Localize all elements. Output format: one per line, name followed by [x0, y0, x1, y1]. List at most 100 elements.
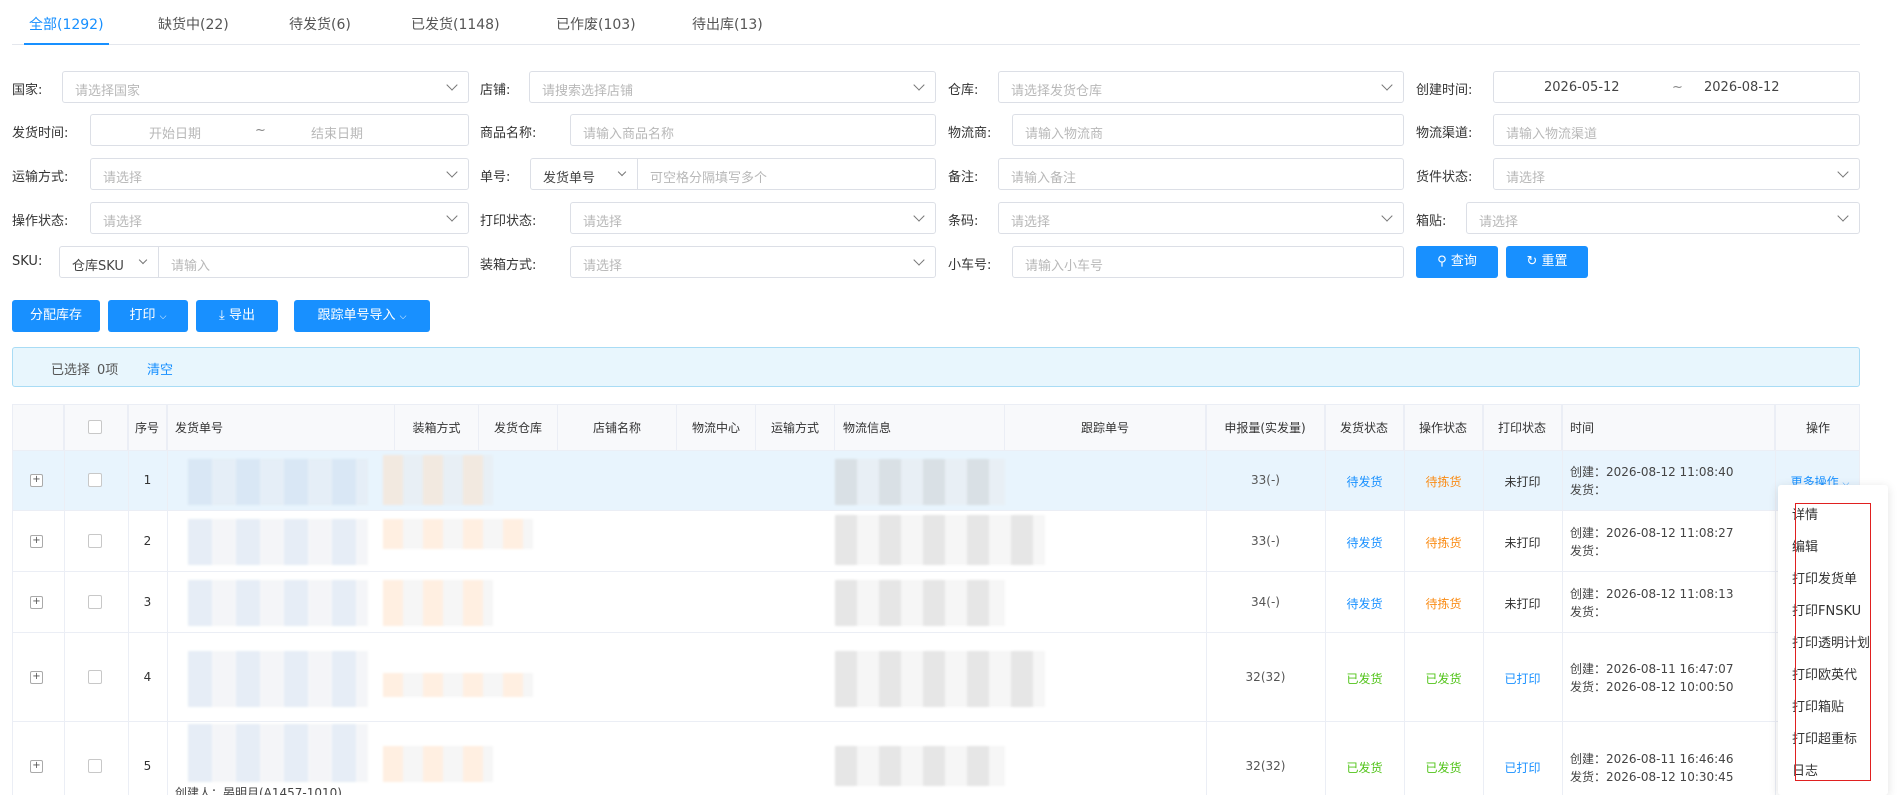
row-checkbox[interactable]	[88, 595, 102, 609]
row-ship-status: 已发货	[1346, 672, 1383, 686]
box-label-select[interactable]: 请选择	[1466, 202, 1860, 234]
row-qty: 33(-)	[1251, 534, 1280, 548]
tab-pending-outbound[interactable]: 待出库(13)	[692, 14, 763, 45]
row-op-status: 已发货	[1425, 672, 1462, 686]
product-name-input[interactable]: 请输入商品名称	[570, 114, 936, 146]
cart-label: 小车号:	[948, 258, 992, 273]
tab-voided[interactable]: 已作废(103)	[556, 14, 636, 45]
expand-icon[interactable]: +	[30, 474, 43, 487]
channel-label: 物流渠道:	[1416, 126, 1473, 141]
allocate-stock-button[interactable]: 分配库存	[12, 300, 100, 332]
redacted-logistics	[835, 515, 1045, 565]
header-ops: 操作	[1805, 421, 1830, 435]
row-qty: 33(-)	[1251, 473, 1280, 487]
row-checkbox[interactable]	[88, 473, 102, 487]
chevron-down-icon	[446, 210, 458, 222]
table-row: + 3 34(-) 待发货 待拣货 未打印 创建：2026-08-12 11:0…	[13, 572, 1859, 633]
sku-type-select[interactable]: 仓库SKU	[59, 246, 159, 278]
status-tabs: 全部(1292) 缺货中(22) 待发货(6) 已发货(1148) 已作废(10…	[12, 0, 1860, 45]
header-tracking: 跟踪单号	[1005, 405, 1206, 451]
header-logistics: 物流信息	[835, 405, 1005, 451]
header-ship-status: 发货状态	[1325, 405, 1404, 451]
chevron-down-icon	[1381, 210, 1393, 222]
select-all-checkbox[interactable]	[88, 420, 102, 434]
reset-button[interactable]: ↻ 重置	[1506, 246, 1588, 278]
row-time: 创建：2026-08-12 11:08:27 发货：	[1570, 526, 1734, 558]
cart-input[interactable]: 请输入小车号	[1012, 246, 1404, 278]
chevron-down-icon	[913, 254, 925, 266]
barcode-label: 条码:	[948, 214, 979, 229]
tracking-import-button[interactable]: 跟踪单号导入 ⌵	[294, 300, 430, 332]
expand-icon[interactable]: +	[30, 671, 43, 684]
created-date-range[interactable]: 2026-05-12 ~ 2026-08-12	[1493, 71, 1860, 103]
order-no-type-select[interactable]: 发货单号	[530, 158, 638, 190]
warehouse-label: 仓库:	[948, 83, 979, 98]
search-icon: ⚲	[1437, 254, 1447, 269]
barcode-select[interactable]: 请选择	[998, 202, 1404, 234]
row-ship-status: 待发货	[1346, 475, 1383, 489]
tab-all[interactable]: 全部(1292)	[24, 14, 109, 45]
row-checkbox[interactable]	[88, 534, 102, 548]
chevron-down-icon: ⌵	[159, 312, 167, 322]
order-no-input[interactable]: 可空格分隔填写多个	[637, 158, 936, 190]
packing-select[interactable]: 请选择	[570, 246, 936, 278]
print-status-select[interactable]: 请选择	[570, 202, 936, 234]
query-button[interactable]: ⚲ 查询	[1416, 246, 1498, 278]
header-center: 物流中心	[677, 405, 756, 451]
print-button[interactable]: 打印 ⌵	[108, 300, 188, 332]
header-packing: 装箱方式	[395, 405, 479, 451]
transport-select[interactable]: 请选择	[90, 158, 469, 190]
row-checkbox[interactable]	[88, 670, 102, 684]
row-seq: 5	[143, 759, 152, 773]
transport-label: 运输方式:	[12, 170, 69, 185]
header-time: 时间	[1562, 405, 1775, 451]
channel-input[interactable]: 请输入物流渠道	[1493, 114, 1860, 146]
download-icon: ⤓	[219, 308, 225, 323]
sku-label: SKU:	[12, 254, 43, 269]
row-time: 创建：2026-08-11 16:46:46 发货：2026-08-12 10:…	[1570, 752, 1734, 784]
row-seq: 1	[143, 473, 152, 487]
expand-icon[interactable]: +	[30, 535, 43, 548]
chevron-down-icon: ⌵	[399, 312, 407, 322]
remark-input[interactable]: 请输入备注	[998, 158, 1404, 190]
tab-shipped[interactable]: 已发货(1148)	[411, 14, 500, 45]
clear-selection-link[interactable]: 清空	[147, 359, 173, 378]
redacted-packing	[383, 673, 533, 697]
warehouse-select[interactable]: 请选择发货仓库	[998, 71, 1404, 103]
row-qty: 32(32)	[1245, 670, 1286, 684]
ship-date-range[interactable]: 开始日期 ~ 结束日期	[90, 114, 469, 146]
header-qty: 申报量(实发量)	[1206, 405, 1325, 451]
row-checkbox[interactable]	[88, 759, 102, 773]
sku-input[interactable]: 请输入	[158, 246, 469, 278]
row-ship-status: 待发货	[1346, 597, 1383, 611]
ship-time-label: 发货时间:	[12, 126, 69, 141]
redacted-order-no	[188, 580, 368, 626]
chevron-down-icon	[913, 210, 925, 222]
shop-select[interactable]: 请搜索选择店铺	[529, 71, 936, 103]
redacted-order-no	[188, 651, 368, 707]
country-select[interactable]: 请选择国家	[62, 71, 469, 103]
row-op-status: 待拣货	[1425, 597, 1462, 611]
header-warehouse: 发货仓库	[479, 405, 558, 451]
row-time: 创建：2026-08-12 11:08:40 发货：	[1570, 465, 1734, 497]
row-qty: 34(-)	[1251, 595, 1280, 609]
op-status-select[interactable]: 请选择	[90, 202, 469, 234]
tab-pending-ship[interactable]: 待发货(6)	[289, 14, 351, 45]
row-print-status: 已打印	[1504, 672, 1541, 686]
expand-icon[interactable]: +	[30, 760, 43, 773]
chevron-down-icon	[138, 255, 148, 265]
table-row: + 1 33(-) 待发货 待拣货 未打印 创建：2026-08-12 11:0…	[13, 451, 1859, 511]
packing-label: 装箱方式:	[480, 258, 537, 273]
chevron-down-icon	[913, 79, 925, 91]
tab-out-of-stock[interactable]: 缺货中(22)	[158, 14, 229, 45]
cargo-status-select[interactable]: 请选择	[1493, 158, 1860, 190]
row-qty: 32(32)	[1245, 759, 1286, 773]
redacted-packing	[383, 519, 533, 549]
table-row: + 5 32(32) 已发货 已发货 已打印 创建：2026-08-11 16:…	[13, 722, 1859, 795]
row-time: 创建：2026-08-12 11:08:13 发货：	[1570, 587, 1734, 619]
row-seq: 4	[143, 670, 152, 684]
expand-icon[interactable]: +	[30, 596, 43, 609]
logistics-input[interactable]: 请输入物流商	[1012, 114, 1404, 146]
country-label: 国家:	[12, 83, 43, 98]
export-button[interactable]: ⤓ 导出	[196, 300, 278, 332]
